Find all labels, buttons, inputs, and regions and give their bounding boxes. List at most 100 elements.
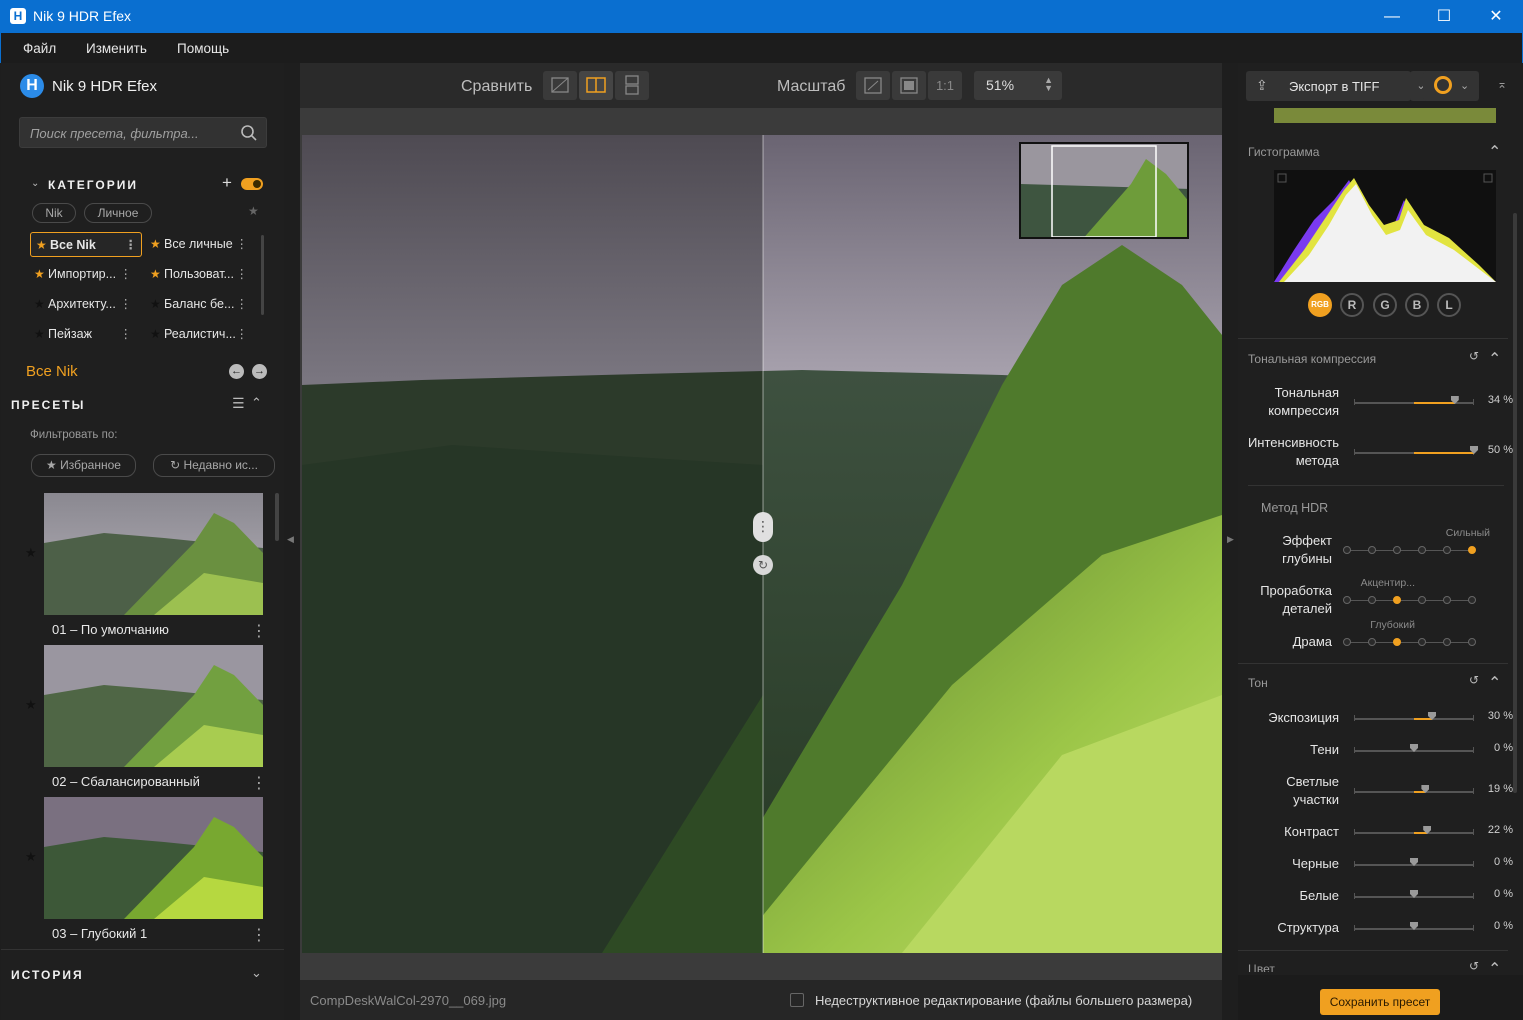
- menu-help[interactable]: Помощь: [177, 41, 229, 56]
- history-header[interactable]: ИСТОРИЯ: [11, 968, 84, 982]
- categories-scrollbar[interactable]: [261, 235, 264, 315]
- category-architecture[interactable]: ★ Архитекту... ⋮: [32, 292, 136, 317]
- search-icon[interactable]: [240, 124, 258, 142]
- more-icon[interactable]: ⋮: [120, 322, 133, 347]
- chevron-down-icon[interactable]: ⌄: [251, 965, 262, 981]
- step-dot[interactable]: [1393, 596, 1401, 604]
- reset-icon[interactable]: ↺: [1469, 673, 1479, 687]
- step-dot[interactable]: [1443, 546, 1451, 554]
- step-dot[interactable]: [1443, 596, 1451, 604]
- preview-image[interactable]: ⋮ ↻: [302, 135, 1222, 953]
- compare-stacked-button[interactable]: [615, 71, 649, 100]
- step-dot[interactable]: [1468, 546, 1476, 554]
- zoom-select[interactable]: 51% ▲ ▼: [974, 71, 1062, 100]
- category-all-nik[interactable]: ★ Все Nik ⋮: [30, 232, 142, 257]
- maximize-button[interactable]: ☐: [1418, 0, 1470, 33]
- more-icon[interactable]: ⋮: [236, 232, 249, 257]
- step-track[interactable]: [1347, 642, 1472, 643]
- more-icon[interactable]: ⋮: [236, 292, 249, 317]
- category-realistic[interactable]: ★ Реалистич... ⋮: [148, 322, 252, 347]
- step-dot[interactable]: [1418, 596, 1426, 604]
- step-dot[interactable]: [1418, 546, 1426, 554]
- star-icon[interactable]: ★: [25, 697, 37, 713]
- step-dot[interactable]: [1368, 596, 1376, 604]
- chevron-down-icon[interactable]: ⌄: [31, 178, 39, 189]
- tab-personal[interactable]: Личное: [84, 203, 152, 223]
- right-scrollbar[interactable]: [1513, 213, 1517, 793]
- compare-before-after-button[interactable]: [543, 71, 577, 100]
- collapse-right-icon[interactable]: ▶: [1227, 534, 1234, 545]
- chevron-up-icon[interactable]: ⌃: [1488, 349, 1501, 369]
- chevron-up-icon[interactable]: ⌃: [1488, 673, 1501, 693]
- step-dot[interactable]: [1393, 638, 1401, 646]
- search-input[interactable]: Поиск пресета, фильтра...: [19, 117, 267, 148]
- list-view-icon[interactable]: ☰: [232, 395, 245, 412]
- step-dot[interactable]: [1468, 638, 1476, 646]
- categories-toggle[interactable]: [241, 178, 263, 190]
- compare-split-button[interactable]: [579, 71, 613, 100]
- swap-icon[interactable]: ↻: [753, 555, 773, 575]
- more-icon[interactable]: ⋮: [251, 773, 267, 793]
- collapse-left-icon[interactable]: ◀: [287, 534, 294, 545]
- channel-g[interactable]: G: [1373, 293, 1397, 317]
- step-dot[interactable]: [1418, 638, 1426, 646]
- settings-sync-button[interactable]: ⌄: [1423, 71, 1479, 101]
- fit-screen-button[interactable]: [856, 71, 890, 100]
- nondestructive-checkbox[interactable]: [790, 993, 804, 1007]
- filter-recent[interactable]: ↻ Недавно ис...: [153, 454, 275, 477]
- prev-arrow-icon[interactable]: ←: [229, 364, 244, 379]
- step-dot[interactable]: [1343, 546, 1351, 554]
- collapse-top-icon[interactable]: ⌅: [1497, 77, 1507, 91]
- navigator-preview[interactable]: [1019, 142, 1189, 239]
- category-landscape[interactable]: ★ Пейзаж ⋮: [32, 322, 136, 347]
- close-button[interactable]: ✕: [1470, 0, 1522, 33]
- channel-r[interactable]: R: [1340, 293, 1364, 317]
- next-arrow-icon[interactable]: →: [252, 364, 267, 379]
- category-user[interactable]: ★ Пользоват... ⋮: [148, 262, 252, 287]
- add-category-button[interactable]: +: [222, 173, 232, 193]
- preset-thumbnail[interactable]: [44, 645, 263, 767]
- export-button[interactable]: ⇪ Экспорт в TIFF: [1246, 71, 1411, 101]
- split-handle[interactable]: ⋮: [753, 512, 773, 542]
- filter-favorites[interactable]: ★ Избранное: [31, 454, 136, 477]
- step-dot[interactable]: [1443, 638, 1451, 646]
- channel-b[interactable]: B: [1405, 293, 1429, 317]
- category-imported[interactable]: ★ Импортир... ⋮: [32, 262, 136, 287]
- step-dot[interactable]: [1343, 596, 1351, 604]
- step-dot[interactable]: [1393, 546, 1401, 554]
- more-icon[interactable]: ⋮: [120, 292, 133, 317]
- more-icon[interactable]: ⋮: [236, 322, 249, 347]
- category-white-balance[interactable]: ★ Баланс бе... ⋮: [148, 292, 252, 317]
- preset-thumbnail[interactable]: [44, 797, 263, 919]
- presets-scrollbar[interactable]: [275, 493, 279, 541]
- actual-size-button[interactable]: 1:1: [928, 71, 962, 100]
- minimize-button[interactable]: —: [1366, 0, 1418, 33]
- step-track[interactable]: [1347, 550, 1472, 551]
- save-preset-button[interactable]: Сохранить пресет: [1320, 989, 1440, 1015]
- fill-screen-button[interactable]: [892, 71, 926, 100]
- reset-icon[interactable]: ↺: [1469, 959, 1479, 973]
- more-icon[interactable]: ⋮: [120, 262, 133, 287]
- categories-header[interactable]: КАТЕГОРИИ: [48, 178, 138, 192]
- step-dot[interactable]: [1468, 596, 1476, 604]
- step-dot[interactable]: [1343, 638, 1351, 646]
- menu-file[interactable]: Файл: [23, 41, 56, 56]
- chevron-up-icon[interactable]: ⌃: [1488, 142, 1501, 162]
- more-icon[interactable]: ⋮: [125, 233, 138, 258]
- channel-rgb[interactable]: RGB: [1308, 293, 1332, 317]
- more-icon[interactable]: ⋮: [251, 925, 267, 945]
- stepper-icon[interactable]: ▲ ▼: [1044, 76, 1053, 93]
- chevron-up-icon[interactable]: ⌃: [251, 395, 262, 411]
- star-icon[interactable]: ★: [25, 849, 37, 865]
- reset-icon[interactable]: ↺: [1469, 349, 1479, 363]
- menu-edit[interactable]: Изменить: [86, 41, 147, 56]
- step-dot[interactable]: [1368, 546, 1376, 554]
- step-dot[interactable]: [1368, 638, 1376, 646]
- favorites-star-icon[interactable]: ★: [248, 204, 259, 218]
- more-icon[interactable]: ⋮: [251, 621, 267, 641]
- more-icon[interactable]: ⋮: [236, 262, 249, 287]
- channel-l[interactable]: L: [1437, 293, 1461, 317]
- preset-thumbnail[interactable]: [44, 493, 263, 615]
- step-track[interactable]: [1347, 600, 1472, 601]
- tab-nik[interactable]: Nik: [32, 203, 76, 223]
